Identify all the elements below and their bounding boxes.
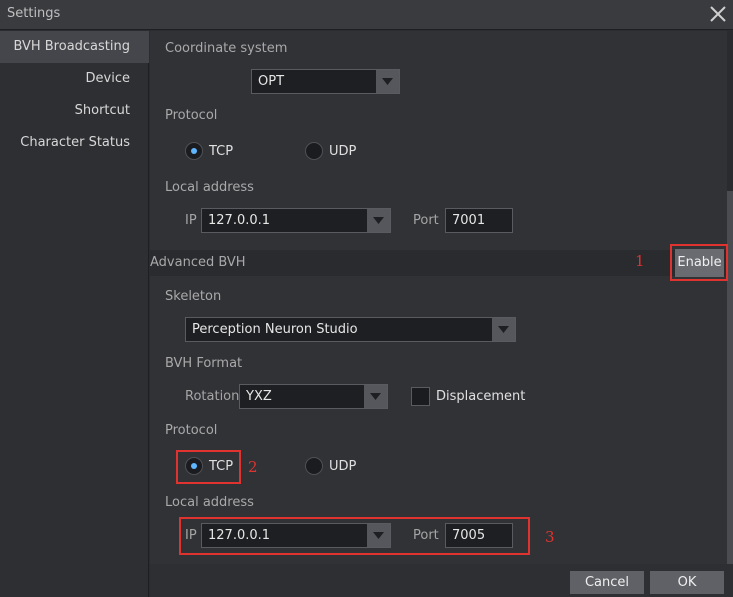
sidebar: BVH Broadcasting Device Shortcut Charact… bbox=[0, 31, 149, 597]
chevron-down-icon[interactable] bbox=[364, 385, 387, 408]
rotation-select[interactable]: YXZ bbox=[239, 384, 388, 409]
chevron-down-icon[interactable] bbox=[492, 318, 515, 341]
ip-label: IP bbox=[185, 213, 197, 228]
sidebar-item-device[interactable]: Device bbox=[0, 63, 149, 95]
displacement-checkbox[interactable] bbox=[411, 387, 430, 406]
ip-select[interactable]: 127.0.0.1 bbox=[201, 208, 391, 233]
coordinate-system-label: Coordinate system bbox=[165, 41, 288, 56]
local-address-label: Local address bbox=[165, 180, 254, 195]
port-input[interactable]: 7001 bbox=[445, 208, 513, 233]
skeleton-value: Perception Neuron Studio bbox=[192, 322, 358, 337]
bvh-format-label: BVH Format bbox=[165, 356, 243, 371]
title-bar: Settings bbox=[0, 0, 733, 30]
sidebar-item-bvh-broadcasting[interactable]: BVH Broadcasting bbox=[0, 31, 149, 63]
annotation-2: 2 bbox=[248, 458, 258, 476]
annotation-3: 3 bbox=[545, 528, 555, 546]
skeleton-label: Skeleton bbox=[165, 289, 222, 304]
settings-panel bbox=[150, 31, 727, 564]
vertical-scrollbar[interactable] bbox=[727, 31, 733, 564]
advanced-protocol-label: Protocol bbox=[165, 423, 218, 438]
annotation-box-tcp bbox=[176, 450, 241, 484]
annotation-box-enable bbox=[670, 244, 728, 281]
ok-button[interactable]: OK bbox=[650, 571, 724, 594]
port-label: Port bbox=[413, 213, 439, 228]
port-value: 7001 bbox=[452, 213, 486, 228]
rotation-label: Rotation bbox=[185, 389, 240, 404]
udp-radio[interactable] bbox=[305, 142, 323, 160]
cancel-button[interactable]: Cancel bbox=[570, 571, 644, 594]
coordinate-system-value: OPT bbox=[258, 74, 285, 89]
annotation-1: 1 bbox=[635, 252, 645, 270]
ip-value: 127.0.0.1 bbox=[208, 213, 271, 228]
advanced-udp-radio-label: UDP bbox=[329, 459, 357, 474]
coordinate-system-select[interactable]: OPT bbox=[251, 69, 400, 94]
advanced-local-address-label: Local address bbox=[165, 495, 254, 510]
sidebar-item-shortcut[interactable]: Shortcut bbox=[0, 95, 149, 127]
protocol-label: Protocol bbox=[165, 108, 218, 123]
chevron-down-icon[interactable] bbox=[376, 70, 399, 93]
displacement-label: Displacement bbox=[436, 389, 526, 404]
annotation-box-address bbox=[179, 517, 530, 555]
skeleton-select[interactable]: Perception Neuron Studio bbox=[185, 317, 516, 342]
close-icon[interactable] bbox=[707, 3, 729, 25]
window-title: Settings bbox=[7, 6, 61, 21]
tcp-radio-label: TCP bbox=[209, 144, 234, 159]
sidebar-item-character-status[interactable]: Character Status bbox=[0, 127, 149, 159]
tcp-radio[interactable] bbox=[185, 142, 203, 160]
udp-radio-label: UDP bbox=[329, 144, 357, 159]
dialog-footer: Cancel OK bbox=[150, 564, 733, 597]
advanced-udp-radio[interactable] bbox=[305, 457, 323, 475]
chevron-down-icon[interactable] bbox=[367, 209, 390, 232]
rotation-value: YXZ bbox=[246, 389, 272, 404]
advanced-bvh-title: Advanced BVH bbox=[150, 255, 246, 270]
